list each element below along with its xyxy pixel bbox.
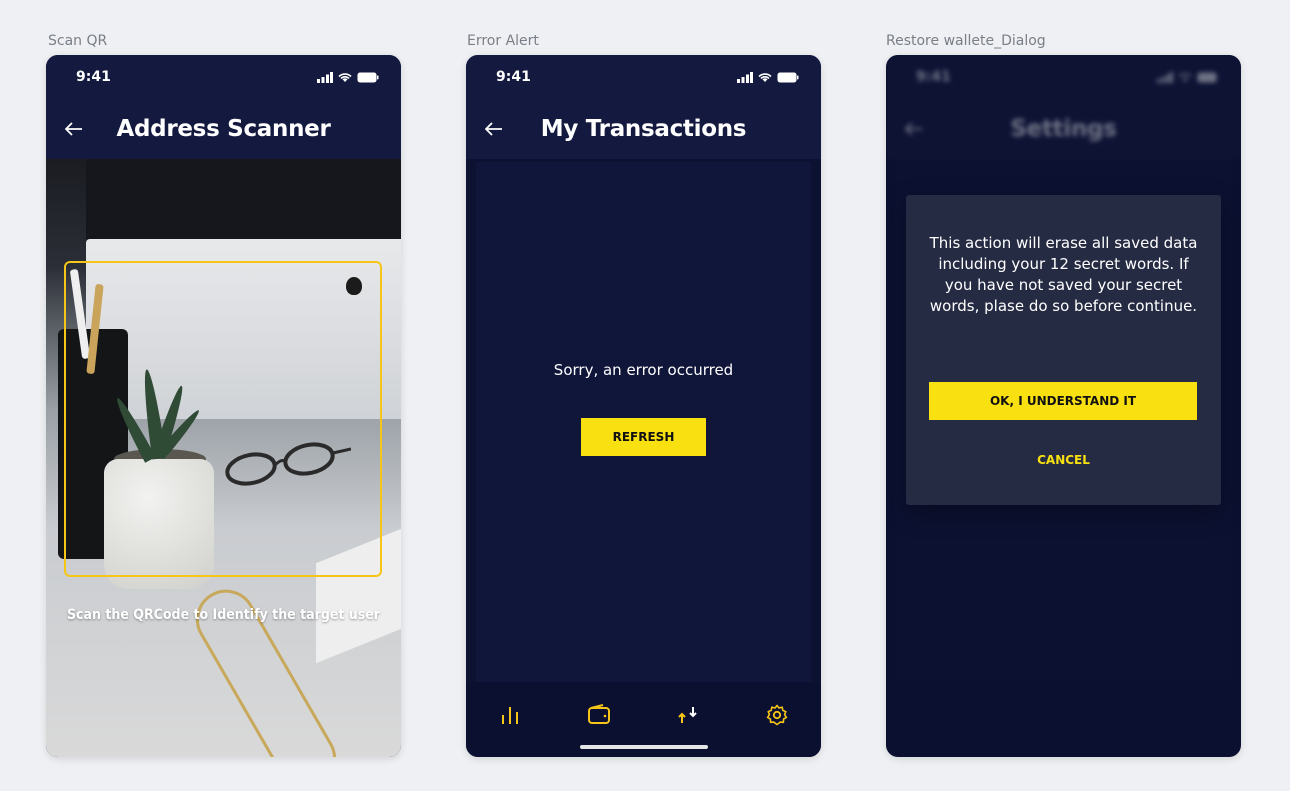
transfer-icon[interactable]	[674, 701, 702, 729]
phone-scan-qr: 9:41 Address Scanner Scan the QRCode to …	[46, 55, 401, 757]
wifi-icon	[338, 72, 352, 82]
wallet-icon[interactable]	[585, 701, 613, 729]
page-title: My Transactions	[540, 116, 747, 142]
frame-label-restore-dialog: Restore wallete_Dialog	[886, 33, 1046, 49]
battery-icon	[357, 72, 379, 82]
settings-icon[interactable]	[763, 701, 791, 729]
battery-icon	[777, 72, 799, 82]
scan-hint-text: Scan the QRCode to Identify the target u…	[66, 607, 381, 623]
app-bar: Address Scanner	[46, 99, 401, 159]
cancel-button[interactable]: CANCEL	[886, 453, 1241, 467]
status-bar: 9:41	[466, 55, 821, 99]
refresh-button[interactable]: REFRESH	[581, 418, 706, 456]
frame-label-scan-qr: Scan QR	[48, 33, 108, 49]
phone-restore-dialog: 9:41 Settings This action will erase all…	[886, 55, 1241, 757]
scan-frame	[64, 261, 382, 577]
signal-icon	[737, 71, 753, 83]
signal-icon	[317, 71, 333, 83]
status-time: 9:41	[76, 69, 111, 85]
frame-label-error-alert: Error Alert	[467, 33, 539, 49]
status-bar: 9:41	[46, 55, 401, 99]
dialog-message: This action will erase all saved data in…	[929, 234, 1198, 315]
status-time: 9:41	[496, 69, 531, 85]
phone-error-alert: 9:41 My Transactions Sorry, an error occ…	[466, 55, 821, 757]
wifi-icon	[758, 72, 772, 82]
back-arrow-icon[interactable]	[482, 117, 506, 141]
back-arrow-icon[interactable]	[62, 117, 86, 141]
chart-icon[interactable]	[496, 701, 524, 729]
error-message: Sorry, an error occurred	[553, 361, 734, 379]
app-bar: My Transactions	[466, 99, 821, 159]
confirm-button[interactable]: OK, I UNDERSTAND IT	[929, 382, 1197, 420]
home-indicator	[579, 745, 708, 749]
page-title: Address Scanner	[116, 116, 331, 142]
